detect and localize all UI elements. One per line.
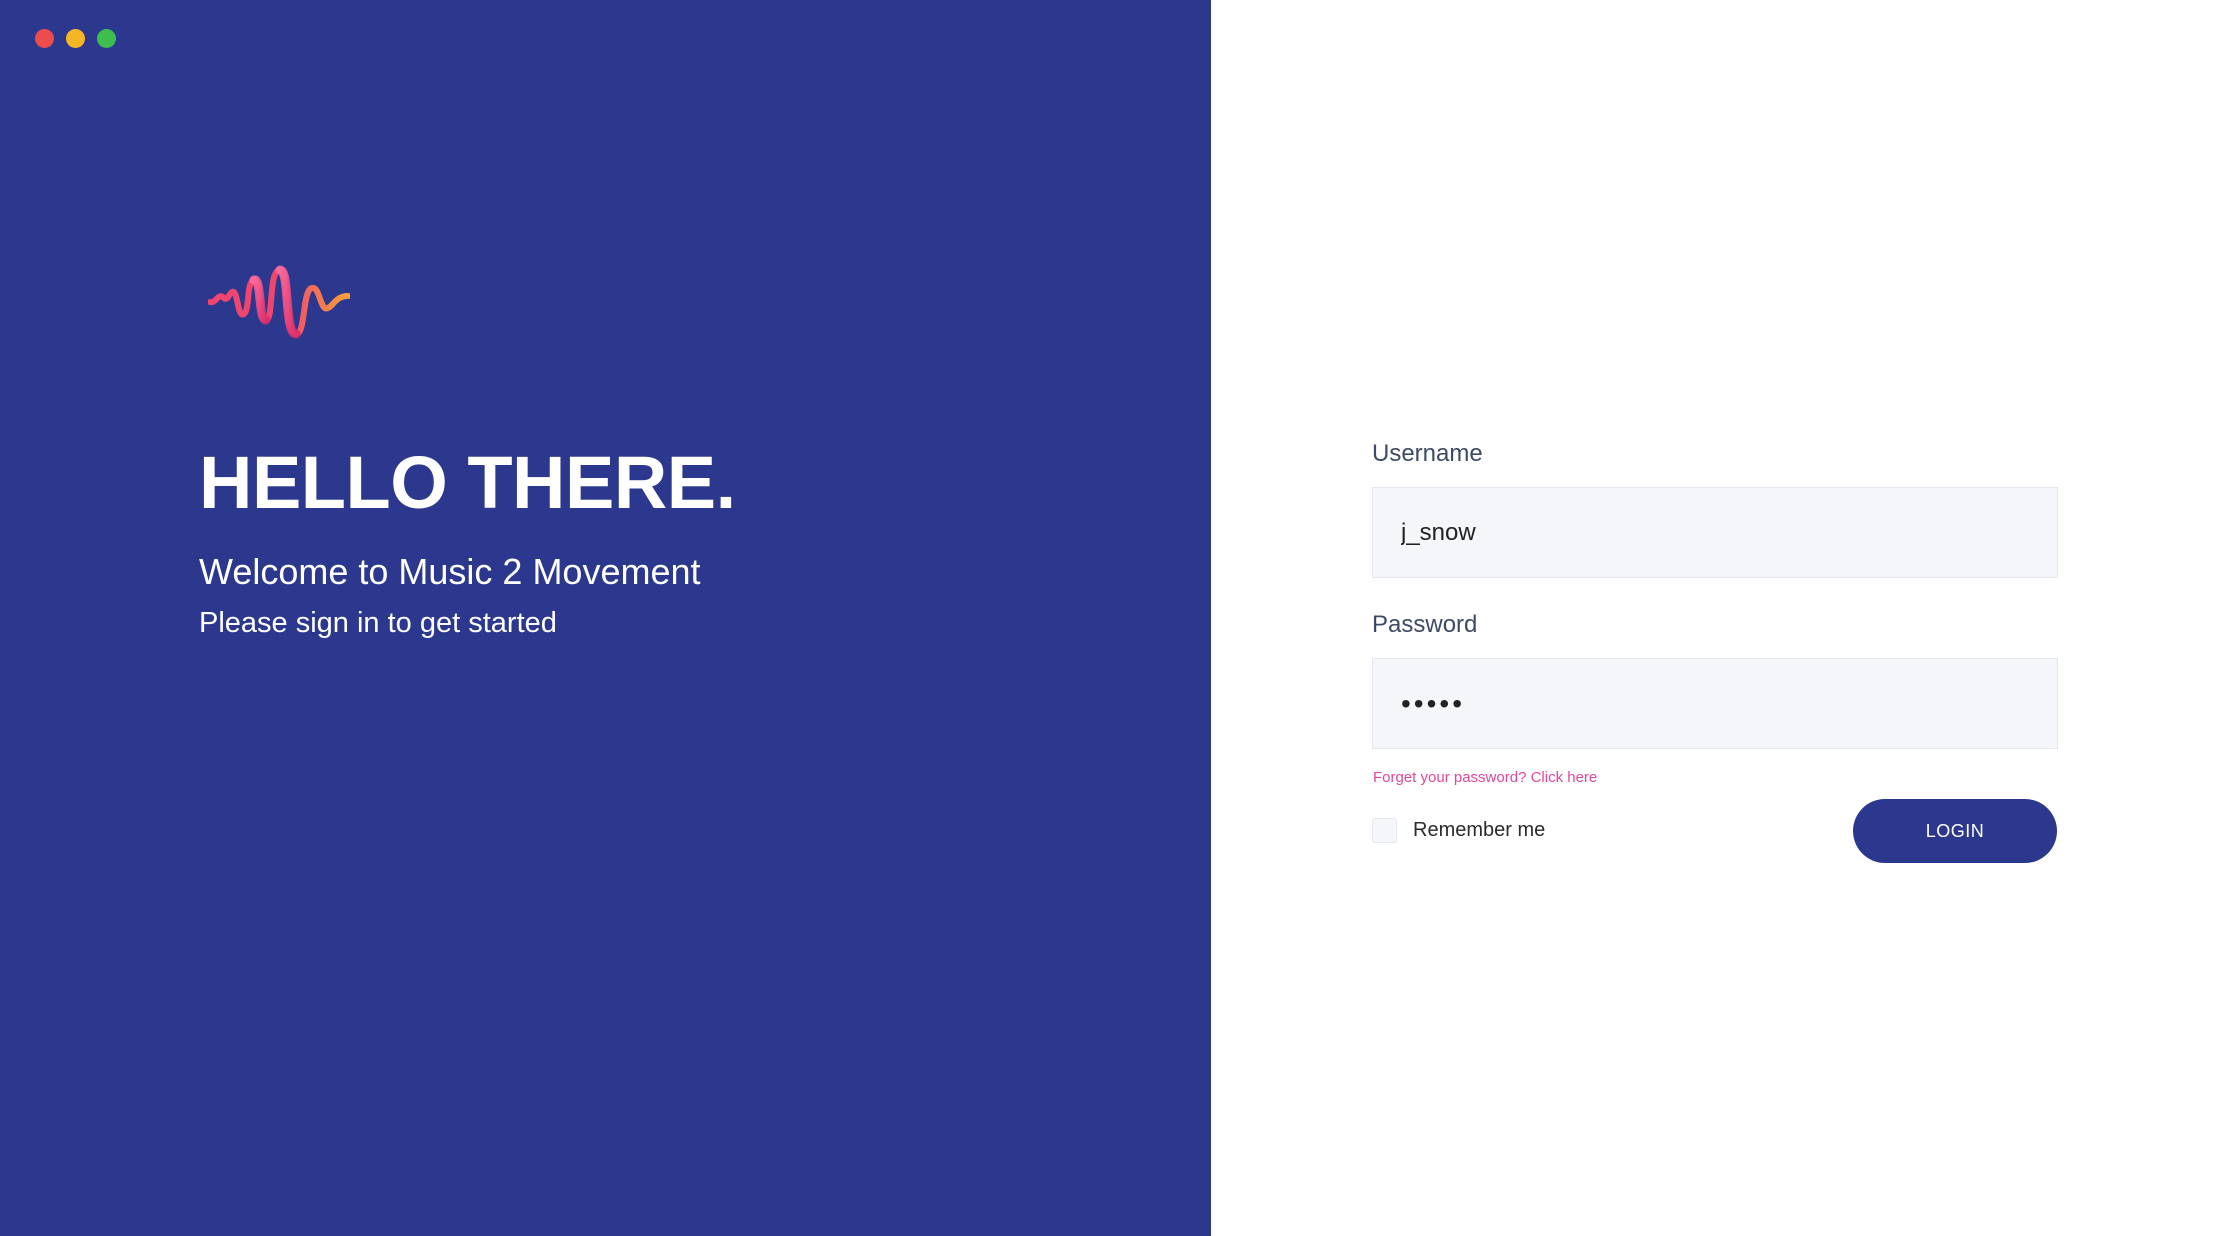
sound-wave-logo-icon — [208, 265, 350, 339]
window-minimize-button[interactable] — [66, 29, 85, 48]
hero-panel: HELLO THERE. Welcome to Music 2 Movement… — [0, 0, 1211, 1236]
welcome-text: Welcome to Music 2 Movement — [199, 551, 701, 592]
remember-me-checkbox[interactable] — [1372, 817, 1397, 843]
login-panel — [1211, 0, 2218, 1236]
sign-in-hint: Please sign in to get started — [199, 607, 557, 639]
login-button[interactable]: LOGIN — [1853, 799, 2057, 863]
forgot-password-link[interactable]: Forget your password? Click here — [1373, 768, 1597, 788]
remember-me[interactable]: Remember me — [1372, 817, 1545, 843]
window-maximize-button[interactable] — [97, 29, 116, 48]
window-close-button[interactable] — [35, 29, 54, 48]
username-input[interactable] — [1372, 487, 2058, 578]
password-input[interactable] — [1372, 658, 2058, 749]
remember-me-label: Remember me — [1413, 818, 1546, 841]
password-label: Password — [1372, 611, 1478, 638]
hero-title: HELLO THERE. — [199, 441, 736, 524]
username-label: Username — [1372, 440, 1483, 467]
